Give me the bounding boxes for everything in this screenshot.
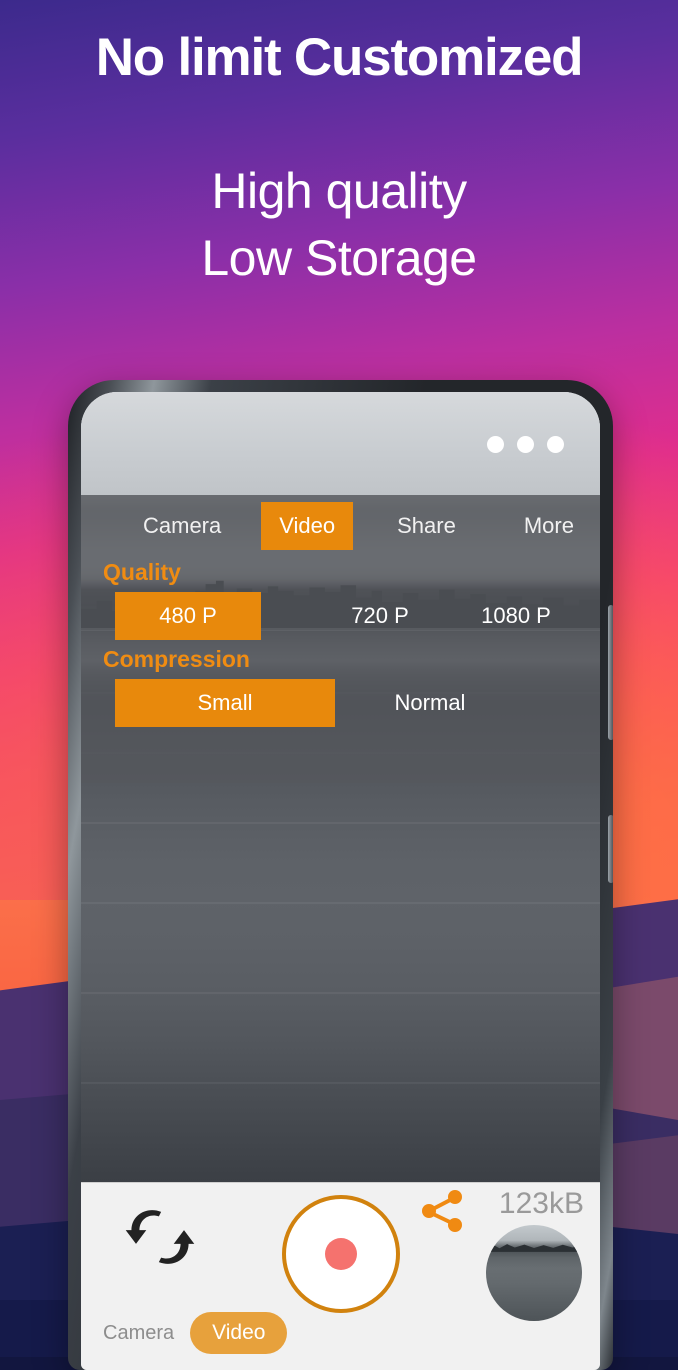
thumbnail-skyline	[486, 1244, 582, 1252]
settings-tabs: Camera Video Share More	[81, 495, 600, 557]
settings-panel: Camera Video Share More Quality 480 P 72…	[81, 495, 600, 783]
app-top-bar	[81, 392, 600, 495]
dot	[547, 436, 564, 453]
phone-power-button[interactable]	[608, 815, 613, 883]
headline-secondary-line-1: High quality	[211, 162, 467, 219]
tab-more[interactable]: More	[506, 502, 592, 550]
record-indicator	[324, 1238, 357, 1270]
mode-camera-label[interactable]: Camera	[103, 1322, 174, 1345]
headline-primary: No limit Customized	[95, 28, 584, 87]
headline-secondary: High quality Low Storage	[0, 158, 678, 293]
mode-video-pill[interactable]: Video	[190, 1312, 288, 1354]
dot	[517, 436, 534, 453]
phone-screen: Camera Video Share More Quality 480 P 72…	[81, 392, 600, 1370]
tab-video[interactable]: Video	[261, 502, 354, 550]
quality-group-label: Quality	[103, 559, 181, 585]
headline-block: No limit Customized High quality Low Sto…	[0, 0, 678, 293]
mode-switch: Camera Video	[103, 1312, 288, 1354]
phone-mockup: Camera Video Share More Quality 480 P 72…	[68, 380, 613, 1370]
quality-option-480p[interactable]: 480 P	[115, 592, 261, 640]
preview-wave	[81, 992, 600, 994]
quality-option-1080p[interactable]: 1080 P	[461, 592, 571, 640]
phone-volume-button[interactable]	[608, 605, 613, 740]
preview-wave	[81, 902, 600, 904]
share-icon[interactable]	[421, 1189, 465, 1233]
compression-option-small[interactable]: Small	[115, 679, 335, 727]
quality-option-720p[interactable]: 720 P	[335, 592, 425, 640]
file-size-label: 123kB	[498, 1187, 584, 1220]
quality-options: 480 P 720 P 1080 P	[81, 592, 600, 644]
preview-wave	[81, 822, 600, 824]
switch-camera-icon[interactable]	[123, 1205, 197, 1269]
headline-secondary-line-2: Low Storage	[201, 230, 477, 287]
camera-control-bar: 123kB Camera Video	[81, 1182, 600, 1370]
record-button-icon[interactable]	[281, 1195, 400, 1313]
compression-option-normal[interactable]: Normal	[375, 679, 485, 727]
compression-options: Small Normal	[81, 679, 600, 731]
gallery-thumbnail[interactable]	[486, 1225, 582, 1321]
tab-camera[interactable]: Camera	[125, 502, 239, 550]
preview-wave	[81, 1082, 600, 1084]
camera-preview[interactable]: Camera Video Share More Quality 480 P 72…	[81, 392, 600, 1182]
dot	[487, 436, 504, 453]
tab-share[interactable]: Share	[379, 502, 474, 550]
three-dots-icon[interactable]	[487, 436, 564, 453]
app-screen: Camera Video Share More Quality 480 P 72…	[81, 392, 600, 1370]
compression-group-label: Compression	[103, 646, 250, 672]
